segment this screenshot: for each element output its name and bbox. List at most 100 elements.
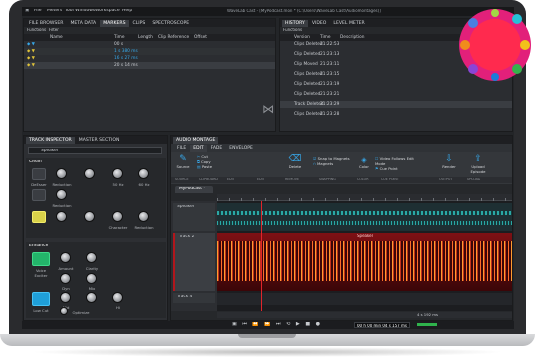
colorful-circle-logo bbox=[459, 9, 531, 81]
app-window: ▣ File Meters Tool Windows Workspace Hel… bbox=[22, 7, 514, 329]
col-description[interactable]: Description bbox=[340, 35, 364, 40]
menu-help[interactable]: Help bbox=[122, 9, 132, 14]
tab-level-meter[interactable]: LEVEL METER bbox=[330, 20, 367, 27]
knob-label: 50 Hz bbox=[112, 182, 124, 187]
table-row[interactable]: ◆ ▼ 00 s bbox=[24, 41, 275, 48]
ribbon-group-label: EDIT bbox=[257, 178, 265, 181]
functions-menu[interactable]: Functions bbox=[27, 28, 46, 32]
amount-knob[interactable] bbox=[56, 211, 67, 222]
history-functions-menu[interactable]: Functions bbox=[283, 28, 302, 32]
tab-audio-montage[interactable]: AUDIO MONTAGE bbox=[173, 137, 219, 144]
dyn-knob[interactable] bbox=[60, 273, 71, 284]
reduction2-knob[interactable] bbox=[56, 189, 67, 200]
delete-button[interactable]: ⌫ Delete bbox=[283, 154, 307, 169]
tab-file-browser[interactable]: FILE BROWSER bbox=[26, 20, 66, 27]
eq-toggle[interactable] bbox=[32, 292, 50, 306]
reduction3-knob[interactable] bbox=[138, 211, 149, 222]
hp-60-knob[interactable] bbox=[138, 168, 149, 179]
col-length[interactable]: Length bbox=[138, 35, 153, 40]
tab-clips[interactable]: CLIPS bbox=[130, 20, 149, 27]
history-version: Clip Moved bbox=[294, 62, 318, 67]
table-row[interactable]: ◆ ▼ 1 s 380 ms bbox=[24, 48, 275, 55]
clarity-knob[interactable] bbox=[86, 252, 97, 263]
track-name: Speaker bbox=[41, 149, 59, 153]
sibilance-knob[interactable] bbox=[84, 168, 95, 179]
playhead[interactable] bbox=[261, 201, 262, 311]
voice-exciter-toggle[interactable] bbox=[32, 252, 50, 266]
tab-track-inspector[interactable]: TRACK INSPECTOR bbox=[26, 137, 75, 144]
ribbon-group-label: CUE POINT bbox=[381, 178, 399, 181]
video-follows-toggle[interactable]: ☐ Video Follows Edit Mode bbox=[375, 156, 425, 166]
tab-spectroscope[interactable]: SPECTROSCOPE bbox=[149, 20, 192, 27]
mix-knob[interactable] bbox=[86, 273, 97, 284]
ribbon-tab-file[interactable]: FILE bbox=[174, 145, 189, 152]
character-knob[interactable] bbox=[112, 211, 123, 222]
tab-meta-data[interactable]: META DATA bbox=[67, 20, 99, 27]
wavelab-logo-icon: ⋈ bbox=[262, 102, 274, 116]
paste-button[interactable]: ▤ Paste bbox=[197, 164, 219, 169]
magnets-menu[interactable]: ∩ Magnets bbox=[313, 161, 353, 166]
noise-reduction-toggle[interactable] bbox=[32, 168, 46, 180]
track-header-speaker[interactable]: Speaker bbox=[173, 203, 215, 231]
tab-master-section[interactable]: MASTER SECTION bbox=[76, 137, 123, 144]
reduction-knob[interactable] bbox=[56, 168, 67, 179]
history-time: 21:23:11 bbox=[320, 62, 340, 67]
lorenz-knob[interactable] bbox=[84, 211, 95, 222]
menu-file[interactable]: File bbox=[34, 9, 42, 14]
markers-tabs: FILE BROWSER META DATA MARKERS CLIPS SPECTRO… bbox=[24, 19, 275, 27]
menu-workspace[interactable]: Workspace bbox=[95, 9, 120, 14]
track-area[interactable]: Speaker bbox=[217, 201, 512, 311]
amount-knob[interactable] bbox=[60, 252, 71, 263]
menu-meters[interactable]: Meters bbox=[47, 9, 62, 14]
hp-50-knob[interactable] bbox=[112, 168, 123, 179]
menu-tool-windows[interactable]: Tool Windows bbox=[65, 9, 95, 14]
col-name[interactable]: Name bbox=[50, 35, 63, 40]
track-header-track4[interactable]: Track 4 bbox=[173, 293, 215, 303]
tab-history[interactable]: HISTORY bbox=[282, 20, 308, 27]
filter-menu[interactable]: Filter bbox=[49, 28, 59, 32]
dereverb-toggle[interactable] bbox=[32, 189, 46, 201]
track-selector[interactable]: Speaker bbox=[28, 147, 162, 154]
render-button[interactable]: ⇩ Render bbox=[439, 154, 459, 169]
upload-episode-button[interactable]: ⇪ Upload Episode bbox=[465, 154, 491, 174]
ribbon-tabs: FILE EDIT FADE ENVELOPE bbox=[171, 144, 512, 152]
hi-knob[interactable] bbox=[112, 292, 123, 303]
track-header-track2[interactable]: Track 2 bbox=[173, 233, 215, 291]
knob-label: Dyn bbox=[62, 286, 70, 291]
transport-buttons[interactable]: ▣ ⏮ ⏪ ⏩ ⏭ ⟲ ▶ ■ ● bbox=[232, 322, 322, 327]
col-clip-reference[interactable]: Clip Reference bbox=[158, 35, 189, 40]
document-tab[interactable]: MyPodcast * bbox=[175, 186, 213, 193]
color-button[interactable]: ◈ Color bbox=[357, 156, 371, 169]
declick-toggle-active[interactable] bbox=[32, 211, 46, 223]
knob-label: DeEsser bbox=[31, 182, 47, 187]
cue-point-button[interactable]: ⚑ Cue Point bbox=[375, 166, 425, 171]
col-time[interactable]: Time bbox=[114, 35, 125, 40]
ribbon-tab-envelope[interactable]: ENVELOPE bbox=[226, 145, 256, 152]
history-time: 21:23:13 bbox=[320, 52, 340, 57]
col-offset[interactable]: Offset bbox=[194, 35, 207, 40]
tab-video[interactable]: VIDEO bbox=[309, 20, 330, 27]
mid-knob[interactable] bbox=[86, 292, 97, 303]
flag-icon: ⚑ bbox=[375, 166, 379, 171]
table-row[interactable]: Track Deleted 21:23:29 bbox=[280, 101, 512, 108]
table-row[interactable]: ◆ ▼ 16 s 27 ms bbox=[24, 55, 275, 62]
source-button[interactable]: ✎ Source bbox=[175, 154, 191, 169]
optimize-knob[interactable] bbox=[60, 307, 68, 315]
table-row[interactable]: Clips Deleted 21:23:28 bbox=[280, 111, 512, 118]
ribbon-tab-fade[interactable]: FADE bbox=[208, 145, 226, 152]
tab-markers[interactable]: MARKERS bbox=[100, 20, 129, 27]
track-inspector: TRACK INSPECTOR MASTER SECTION Speaker Cl… bbox=[23, 135, 168, 321]
knob-label: Reduction bbox=[134, 225, 154, 230]
clean-title: Clean bbox=[29, 160, 42, 164]
col-version[interactable]: Version bbox=[294, 35, 310, 40]
table-row[interactable]: ◆ ▼ 20 s 14 ms bbox=[24, 62, 275, 69]
table-row[interactable]: Clip Deleted 21:23:21 bbox=[280, 91, 512, 98]
ribbon-tab-edit[interactable]: EDIT bbox=[190, 145, 207, 152]
time-ruler[interactable] bbox=[217, 194, 512, 201]
time-display[interactable]: 00 h 00 min 04 s 157 ms bbox=[354, 322, 410, 328]
col-time[interactable]: Time bbox=[320, 35, 331, 40]
history-version: Clip Deleted bbox=[294, 52, 321, 57]
history-time: 21:23:15 bbox=[320, 72, 340, 77]
low-knob[interactable] bbox=[60, 292, 71, 303]
markers-column-headers: Name Time Length Clip Reference Offset bbox=[24, 34, 275, 41]
